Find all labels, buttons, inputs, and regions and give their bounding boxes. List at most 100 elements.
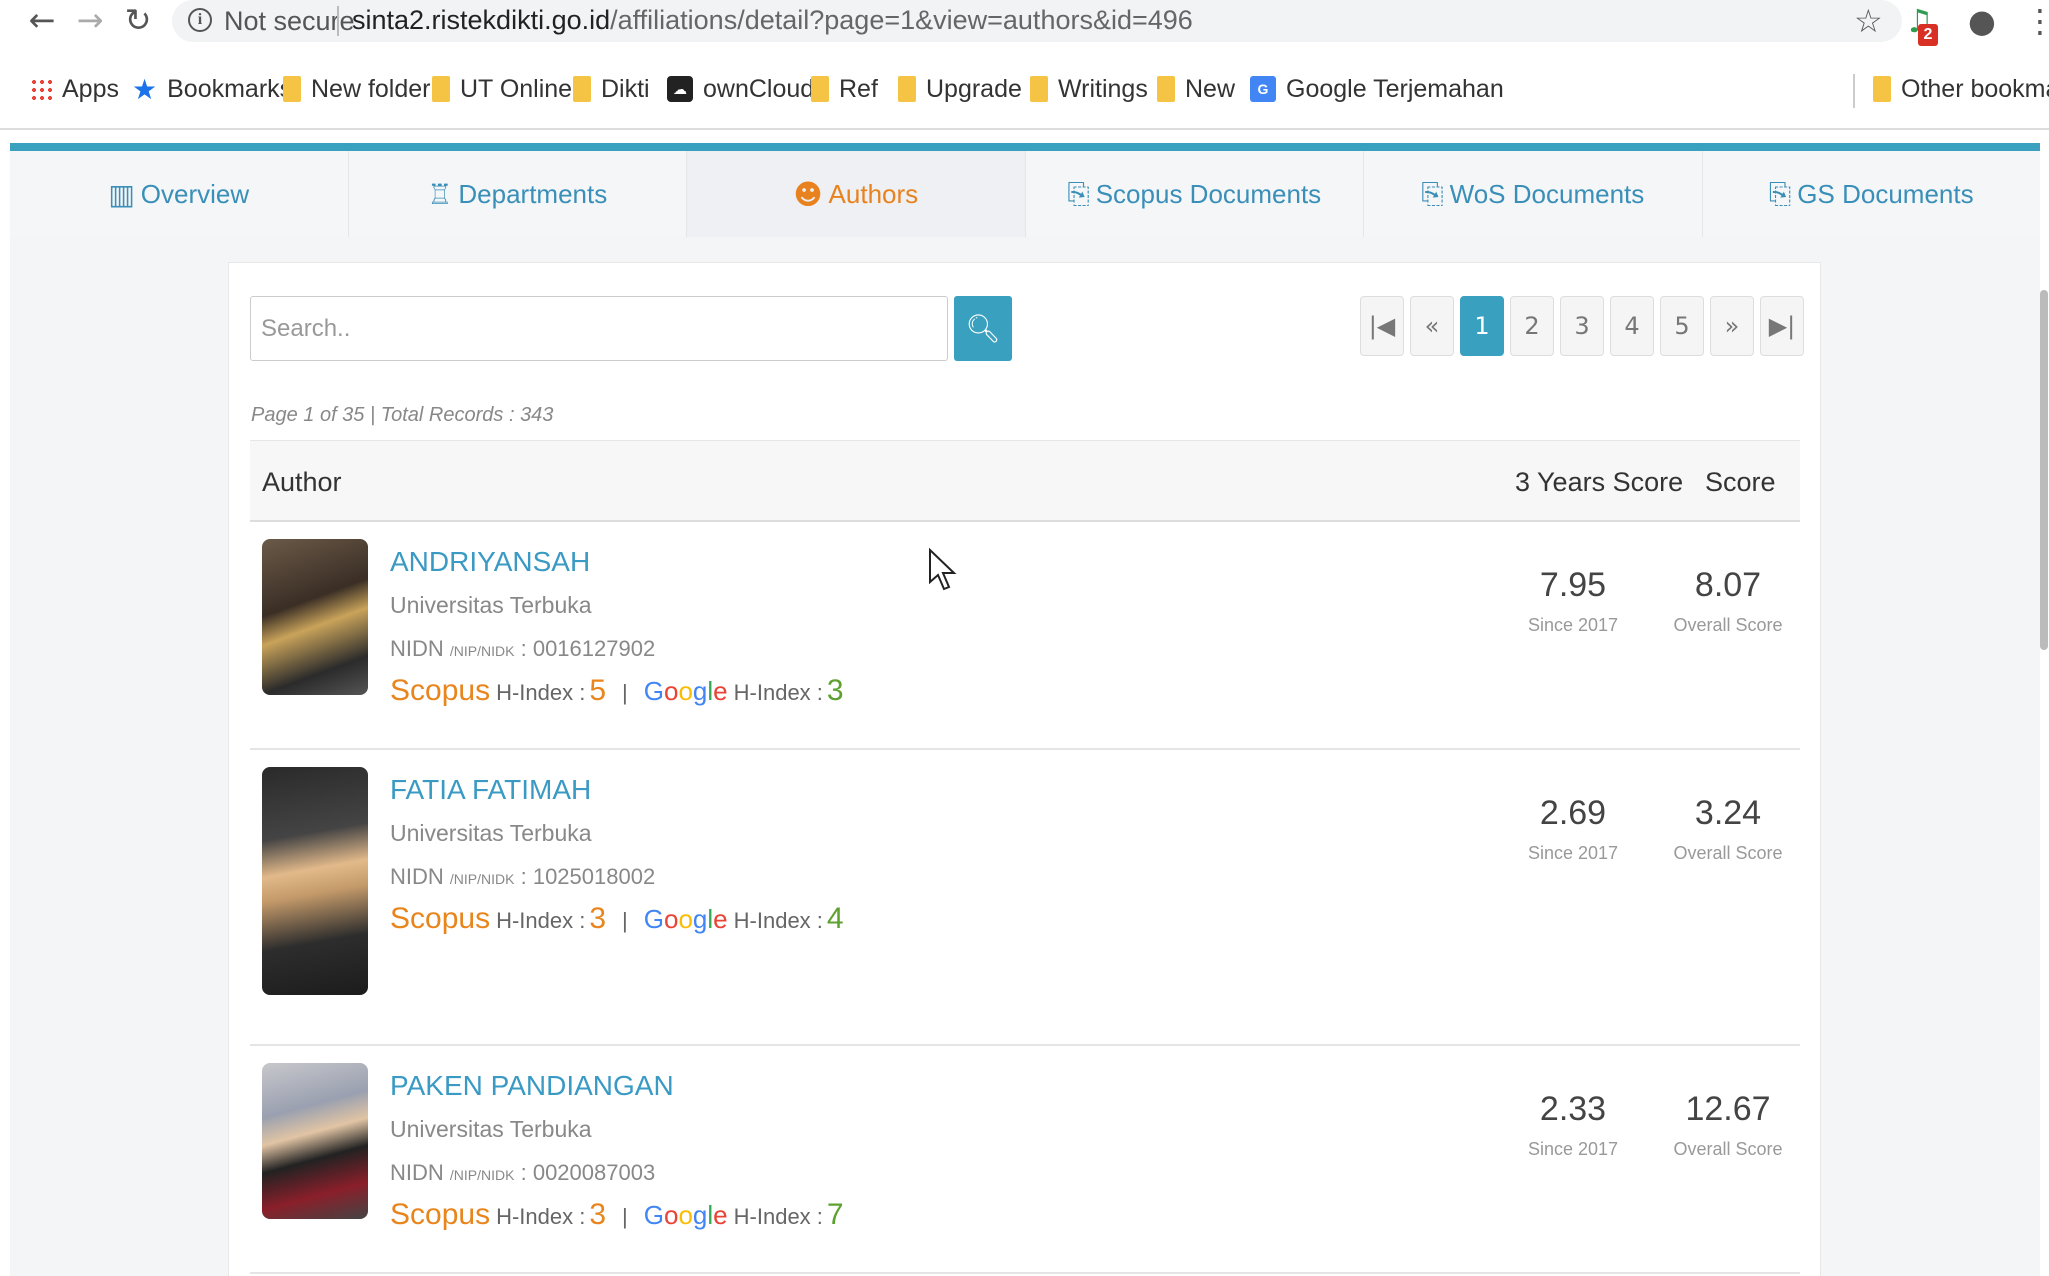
profile-icon[interactable]: ● <box>1968 2 1996 40</box>
bookmark-writings[interactable]: Writings <box>1030 72 1148 106</box>
forward-arrow-icon[interactable]: → <box>72 2 108 38</box>
first-page-icon: |◀ <box>1368 312 1396 340</box>
bookmark-label: New <box>1185 74 1236 103</box>
tab-label: Overview <box>140 178 250 209</box>
hindex-label: H-Index : <box>733 1204 823 1229</box>
page-4-button[interactable]: 4 <box>1610 296 1654 356</box>
bookmark-label: Dikti <box>601 74 650 103</box>
browser-toolbar: ← → ↻ i Not secure sinta2.ristekdikti.go… <box>0 0 2049 46</box>
bookmarks-divider <box>1853 74 1855 108</box>
bookmark-ut-online[interactable]: UT Online <box>432 72 572 106</box>
scopus-hindex-value: 3 <box>589 902 607 935</box>
reload-icon[interactable]: ↻ <box>120 2 156 38</box>
bookmark-label: Writings <box>1058 74 1148 103</box>
bookmark-new[interactable]: New <box>1157 72 1235 106</box>
author-hindex: Scopus H-Index : 3 | Google H-Index : 7 <box>390 1198 844 1232</box>
bookmark-label: Ref <box>839 74 878 103</box>
author-name-link[interactable]: PAKEN PANDIANGAN <box>390 1070 674 1102</box>
bookmark-star-icon[interactable]: ☆ <box>1854 2 1883 40</box>
author-name-link[interactable]: FATIA FATIMAH <box>390 774 591 806</box>
google-hindex-value: 3 <box>826 674 844 707</box>
bookmark-dikti[interactable]: Dikti <box>573 72 650 106</box>
tab-overview[interactable]: ▥ Overview <box>10 151 349 237</box>
author-nidn: NIDN /NIP/NIDK : 0016127902 <box>390 636 655 662</box>
tab-label: WoS Documents <box>1449 178 1645 209</box>
documents-icon: ⎘ <box>1421 177 1444 210</box>
menu-kebab-icon[interactable]: ⋮ <box>2024 2 2049 40</box>
page-5-button[interactable]: 5 <box>1660 296 1704 356</box>
page-1-button[interactable]: 1 <box>1460 296 1504 356</box>
avatar[interactable] <box>262 767 368 995</box>
tab-label: GS Documents <box>1797 178 1974 209</box>
hindex-separator: | <box>622 1204 628 1229</box>
google-logo-text: Google <box>643 904 728 934</box>
nidn-label: NIDN <box>390 864 444 889</box>
bookmark-owncloud[interactable]: ☁ ownCloud <box>667 72 814 106</box>
page-2-button[interactable]: 2 <box>1510 296 1554 356</box>
bookmark-bookmarks[interactable]: ★ Bookmarks <box>132 72 292 106</box>
tab-scopus-documents[interactable]: ⎘ Scopus Documents <box>1026 151 1364 237</box>
page-scrollbar[interactable] <box>2040 290 2048 650</box>
url-path: /affiliations/detail?page=1&view=authors… <box>610 5 1193 35</box>
bookmark-new-folder[interactable]: New folder <box>283 72 431 106</box>
google-translate-icon: G <box>1250 76 1276 102</box>
pagination: |◀ « 1 2 3 4 5 » ▶| <box>1360 296 1810 356</box>
extension-badge: 2 <box>1918 24 1938 46</box>
bookmark-apps[interactable]: Apps <box>30 72 119 106</box>
page-last-button[interactable]: ▶| <box>1760 296 1804 356</box>
table-header: Author 3 Years Score Score <box>250 440 1800 522</box>
page-first-button[interactable]: |◀ <box>1360 296 1404 356</box>
star-icon: ★ <box>132 72 158 106</box>
scopus-hindex-value: 3 <box>589 1198 607 1231</box>
score-3yr-value: 2.69 <box>1539 794 1607 832</box>
score-overall-value: 8.07 <box>1694 566 1762 604</box>
bookmark-label: Google Terjemahan <box>1286 74 1504 103</box>
address-bar[interactable]: i Not secure sinta2.ristekdikti.go.id/af… <box>172 0 1902 42</box>
author-name-link[interactable]: ANDRIYANSAH <box>390 546 590 578</box>
folder-icon <box>1030 76 1048 102</box>
page-prev-button[interactable]: « <box>1410 296 1454 356</box>
documents-icon: ⎘ <box>1768 177 1792 210</box>
tab-departments[interactable]: ♖ Departments <box>349 151 687 237</box>
url-host: sinta2.ristekdikti.go.id <box>352 5 611 35</box>
author-affiliation: Universitas Terbuka <box>390 820 592 846</box>
url-text[interactable]: sinta2.ristekdikti.go.id/affiliations/de… <box>352 5 1193 36</box>
hindex-separator: | <box>622 680 628 705</box>
page-3-button[interactable]: 3 <box>1560 296 1604 356</box>
search-input[interactable] <box>250 296 948 361</box>
search-button[interactable]: 🔍︎ <box>954 296 1012 361</box>
not-secure-label: Not secure <box>224 6 355 36</box>
bookmark-label: ownCloud <box>703 74 815 103</box>
avatar[interactable] <box>262 1063 368 1219</box>
score-3yr-caption: Since 2017 <box>1527 615 1619 635</box>
tab-gs-documents[interactable]: ⎘ GS Documents <box>1703 151 2041 237</box>
documents-icon: ⎘ <box>1067 177 1090 210</box>
folder-icon <box>811 76 829 102</box>
score-3yr-caption: Since 2017 <box>1527 843 1619 863</box>
google-logo-text: Google <box>643 676 728 706</box>
bookmark-label: Other bookmarks <box>1901 74 2049 103</box>
google-logo: Google <box>644 904 728 935</box>
table-row: PAKEN PANDIANGAN Universitas Terbuka NID… <box>250 1046 1800 1274</box>
folder-icon <box>573 76 591 102</box>
google-logo: Google <box>644 1200 728 1231</box>
tab-authors[interactable]: ☻ Authors <box>687 151 1026 237</box>
back-arrow-icon[interactable]: ← <box>24 2 60 38</box>
google-hindex-value: 4 <box>826 902 844 935</box>
page-next-button[interactable]: » <box>1710 296 1754 356</box>
folder-icon <box>432 76 450 102</box>
info-icon[interactable]: i <box>188 8 212 32</box>
tab-wos-documents[interactable]: ⎘ WoS Documents <box>1364 151 1703 237</box>
sitemap-icon: ♖ <box>427 177 453 211</box>
hindex-label: H-Index : <box>496 908 586 933</box>
bookmark-upgrade[interactable]: Upgrade <box>898 72 1022 106</box>
nidn-small-label: /NIP/NIDK <box>449 643 515 659</box>
search-icon: 🔍︎ <box>965 312 1001 345</box>
address-divider <box>337 6 339 36</box>
bookmark-other-bookmarks[interactable]: Other bookmarks <box>1873 72 2049 106</box>
bookmark-ref[interactable]: Ref <box>811 72 878 106</box>
avatar[interactable] <box>262 539 368 695</box>
scopus-hindex-value: 5 <box>589 674 607 707</box>
affiliation-tabs: ▥ Overview ♖ Departments ☻ Authors ⎘ Scopus … <box>10 151 2040 237</box>
bookmark-google-terjemahan[interactable]: G Google Terjemahan <box>1250 72 1504 106</box>
